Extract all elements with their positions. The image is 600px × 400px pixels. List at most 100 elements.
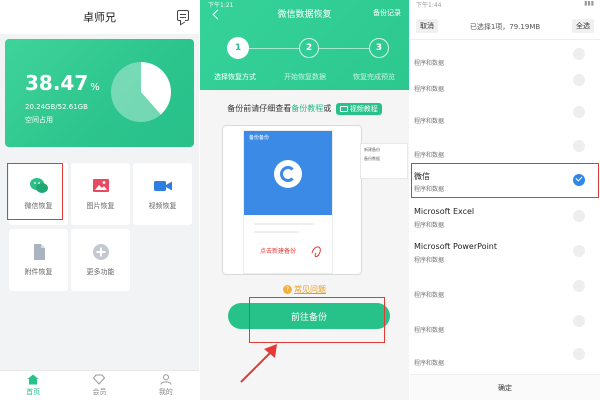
highlight-wechat-row xyxy=(411,163,599,198)
tile-label: 更多功能 xyxy=(86,268,115,276)
mock-backup-screen: 备份备份 xyxy=(244,131,332,215)
checkbox[interactable] xyxy=(573,210,585,222)
mock-line xyxy=(254,223,314,225)
tutorial-illustration: 备份备份 点击新建备份 xyxy=(222,125,362,275)
checkbox[interactable] xyxy=(573,280,585,292)
item-subtitle: 程序和数据 xyxy=(414,360,445,367)
step-connector xyxy=(248,48,300,50)
video-tutorial-button[interactable]: 视频教程 xyxy=(335,103,382,115)
user-icon xyxy=(160,374,172,385)
mock-new-backup-text: 点击新建备份 xyxy=(260,248,297,255)
storage-size: 20.24GB/52.61GB xyxy=(25,103,88,111)
list-item[interactable]: Microsoft Excel 程序和数据 xyxy=(410,200,600,234)
checkbox[interactable] xyxy=(573,245,585,257)
nav-mine[interactable]: 我的 xyxy=(133,371,199,400)
item-subtitle: 程序和数据 xyxy=(414,222,445,229)
home-icon xyxy=(27,374,39,385)
wechat-recovery-screen: 下午1:21 微信数据恢复 备份记录 1 2 3 选择恢复方式 开始恢复数据 恢… xyxy=(200,0,409,400)
nav-vip[interactable]: 会员 xyxy=(66,371,132,400)
diamond-icon xyxy=(93,374,106,385)
tile-label: 视频恢复 xyxy=(148,202,177,210)
tip-or: 或 xyxy=(323,104,332,113)
list-item[interactable]: 程序和数据 xyxy=(410,96,600,130)
checkbox[interactable] xyxy=(573,106,585,118)
item-subtitle: 程序和数据 xyxy=(414,118,445,125)
faq-link[interactable]: ? 常见问题 xyxy=(200,284,409,295)
recovery-header: 下午1:21 微信数据恢复 备份记录 1 2 3 选择恢复方式 开始恢复数据 恢… xyxy=(200,0,409,90)
item-subtitle: 程序和数据 xyxy=(414,292,445,299)
tile-label: 图片恢复 xyxy=(86,202,115,210)
step-3: 3 xyxy=(369,38,389,58)
storage-label: 空间占用 xyxy=(25,116,53,124)
mock-title: 备份备份 xyxy=(249,135,270,141)
mock-side-line: 新建备份 xyxy=(364,147,380,152)
checkbox[interactable] xyxy=(573,74,585,86)
confirm-button[interactable]: 确定 xyxy=(410,374,600,400)
step-3-label: 恢复完成预览 xyxy=(353,73,395,81)
step-connector xyxy=(319,48,370,50)
storage-card: 38.47% 20.24GB/52.61GB 空间占用 xyxy=(5,39,194,147)
question-icon: ? xyxy=(283,285,292,294)
item-title: Microsoft Excel xyxy=(414,207,475,216)
bottom-nav: 首页 会员 我的 xyxy=(0,370,199,400)
tip-prefix: 备份前请仔细查看 xyxy=(227,104,292,113)
checkbox[interactable] xyxy=(573,348,585,360)
nav-home[interactable]: 首页 xyxy=(0,371,66,400)
play-icon xyxy=(339,106,348,112)
tile-label: 附件恢复 xyxy=(24,268,53,276)
step-2: 2 xyxy=(299,38,319,58)
message-icon[interactable] xyxy=(177,10,189,21)
select-all-button[interactable]: 全选 xyxy=(572,19,594,33)
item-subtitle: 程序和数据 xyxy=(414,152,445,159)
storage-percent: 38.47% xyxy=(25,71,100,95)
checkbox[interactable] xyxy=(573,140,585,152)
backup-circle-icon xyxy=(274,160,302,188)
image-icon xyxy=(91,177,111,195)
tile-video-recovery[interactable]: 视频恢复 xyxy=(133,163,192,225)
storage-percent-sign: % xyxy=(90,82,100,93)
backup-record-link[interactable]: 备份记录 xyxy=(373,8,401,18)
app-header: 卓师兄 xyxy=(0,0,199,34)
item-subtitle: 程序和数据 xyxy=(414,257,445,264)
pen-scribble-icon xyxy=(311,246,321,258)
tile-file-recovery[interactable]: 附件恢复 xyxy=(9,229,68,291)
highlight-go-button xyxy=(249,297,385,343)
mock-line xyxy=(254,231,299,233)
mock-side-line: 备份数据 xyxy=(364,156,380,161)
status-bar: 下午1:44 ▮▮▮ xyxy=(416,0,596,10)
list-item[interactable]: 程序和数据 xyxy=(410,60,600,94)
highlight-wechat-tile xyxy=(7,163,63,220)
list-item[interactable]: 程序和数据 xyxy=(410,270,600,304)
step-1: 1 xyxy=(227,37,249,59)
list-item[interactable]: 程序和数据 xyxy=(410,338,600,372)
signal-icon: ▮▮▮ xyxy=(584,0,594,7)
backup-tip: 备份前请仔细查看备份教程或 视频教程 xyxy=(200,103,409,115)
storage-percent-value: 38.47 xyxy=(25,71,89,95)
nav-label: 会员 xyxy=(92,388,107,396)
list-item[interactable]: Microsoft PowerPoint 程序和数据 xyxy=(410,235,600,269)
checkbox[interactable] xyxy=(573,315,585,327)
list-item[interactable]: 程序和数据 xyxy=(410,130,600,164)
app-home-screen: 卓师兄 38.47% 20.24GB/52.61GB 空间占用 微信恢复 图片恢… xyxy=(0,0,199,400)
plus-icon xyxy=(91,243,111,261)
selection-bar: 取消 已选择1项，79.19MB 全选 xyxy=(410,14,600,40)
faq-label: 常见问题 xyxy=(294,285,326,294)
storage-pie-chart xyxy=(111,62,172,122)
tutorial-link[interactable]: 备份教程 xyxy=(291,104,323,113)
mock-side-menu: 新建备份 备份数据 xyxy=(360,143,408,179)
mock-phone: 备份备份 点击新建备份 xyxy=(243,130,333,274)
app-select-screen: 下午1:44 ▮▮▮ 取消 已选择1项，79.19MB 全选 程序和数据 程序和… xyxy=(410,0,600,400)
item-title: Microsoft PowerPoint xyxy=(414,242,497,251)
nav-label: 首页 xyxy=(26,388,41,396)
pointer-arrow-icon xyxy=(240,344,277,383)
tile-more-functions[interactable]: 更多功能 xyxy=(71,229,130,291)
step-1-label: 选择恢复方式 xyxy=(214,73,256,81)
list-item[interactable]: 程序和数据 xyxy=(410,305,600,339)
step-2-label: 开始恢复数据 xyxy=(284,73,326,81)
tile-image-recovery[interactable]: 图片恢复 xyxy=(71,163,130,225)
checkbox[interactable] xyxy=(573,48,585,60)
item-subtitle: 程序和数据 xyxy=(414,86,445,93)
status-time: 下午1:44 xyxy=(416,2,442,9)
app-title: 卓师兄 xyxy=(83,11,116,24)
file-icon xyxy=(29,243,49,261)
